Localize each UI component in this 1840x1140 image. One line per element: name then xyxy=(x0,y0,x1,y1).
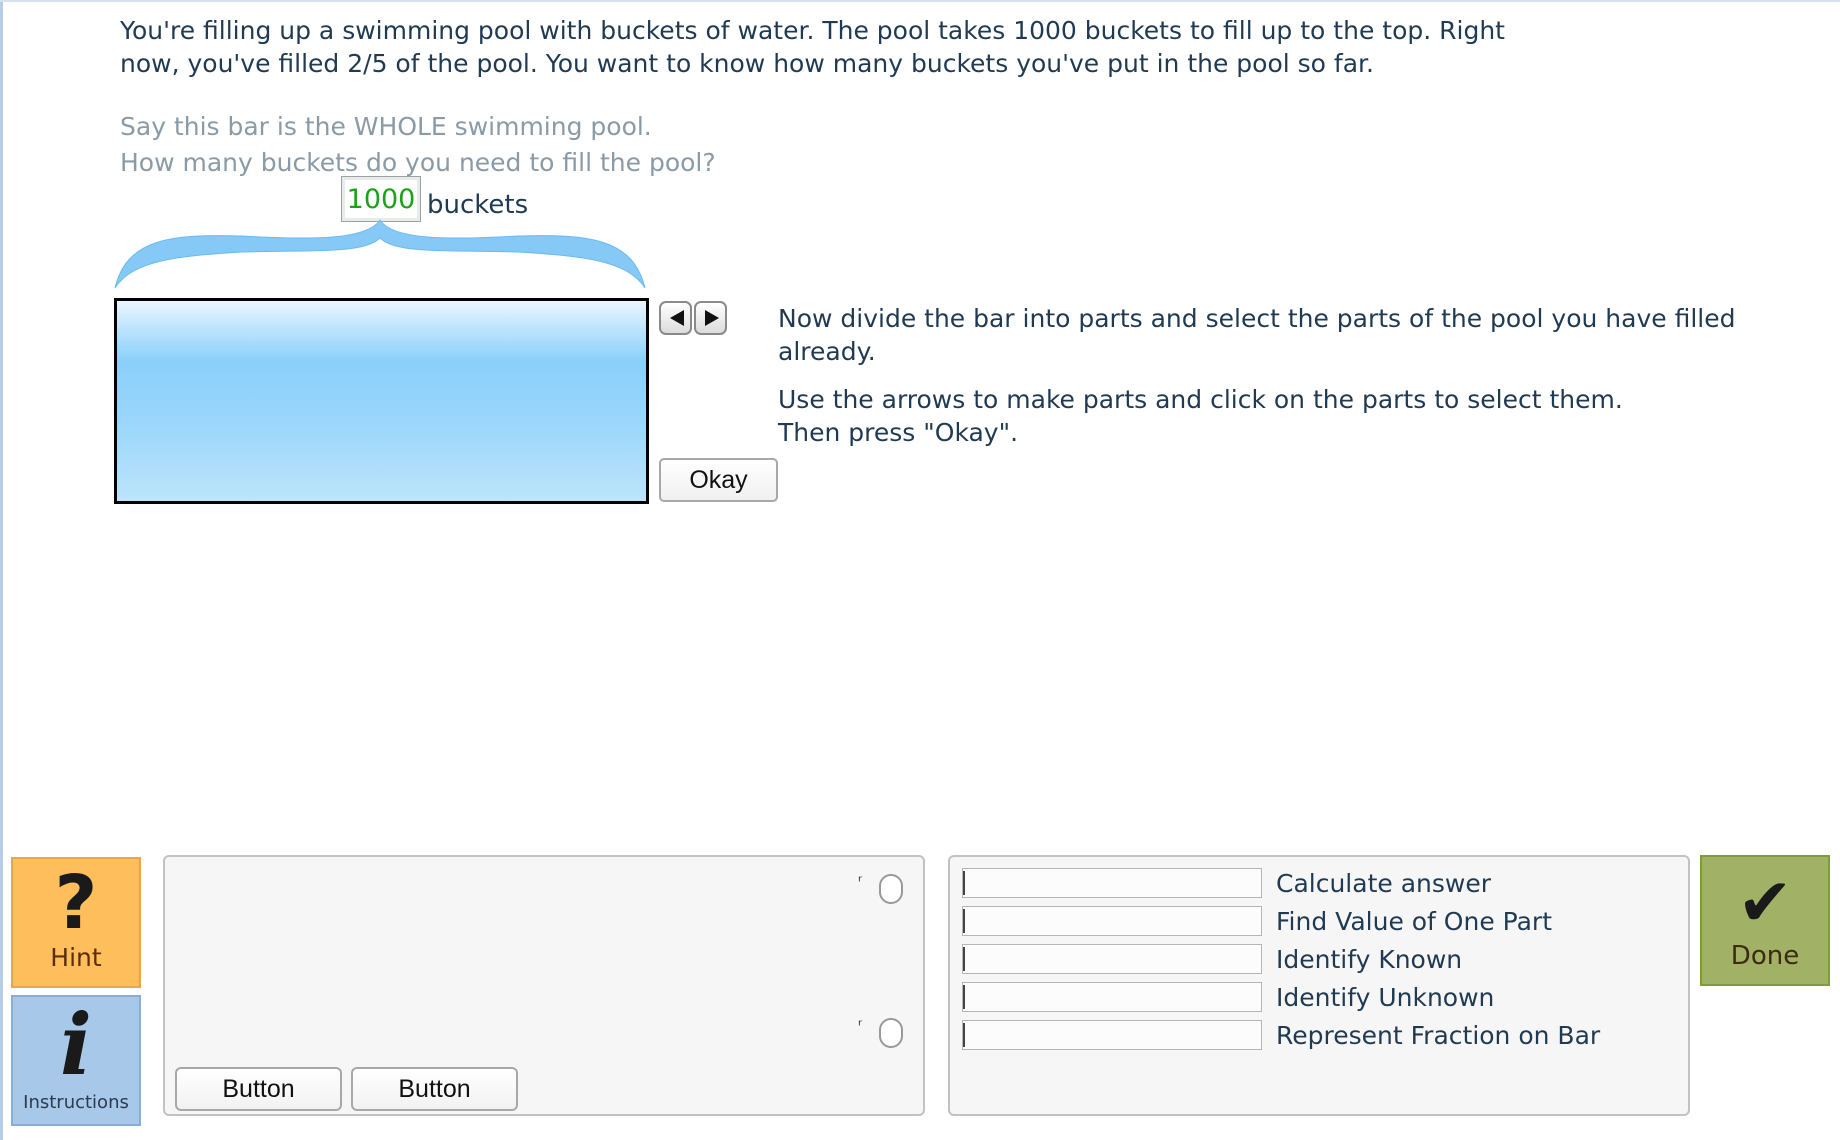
bar-prompt-line-1: Say this bar is the WHOLE swimming pool. xyxy=(120,112,652,141)
decrease-parts-button[interactable] xyxy=(659,301,692,335)
instructions-label: Instructions xyxy=(23,1092,129,1113)
pool-bar[interactable] xyxy=(114,298,649,504)
generic-button-2[interactable]: Button xyxy=(351,1067,518,1111)
skill-label: Represent Fraction on Bar xyxy=(1276,1021,1601,1050)
instruction-use-arrows: Use the arrows to make parts and click o… xyxy=(778,385,1623,414)
whole-value-field[interactable]: 1000 xyxy=(341,176,421,222)
skills-panel: Calculate answer Find Value of One Part … xyxy=(948,855,1690,1116)
done-label: Done xyxy=(1730,941,1800,971)
skill-row: Identify Known xyxy=(962,944,1672,976)
info-icon: i xyxy=(60,995,92,1094)
whole-unit-label: buckets xyxy=(427,190,529,220)
bar-prompt-line-2: How many buckets do you need to fill the… xyxy=(120,148,716,177)
left-border xyxy=(0,0,3,1140)
hint-button[interactable]: ? Hint xyxy=(11,857,141,988)
skill-label: Calculate answer xyxy=(1276,869,1492,898)
curly-brace xyxy=(114,219,646,289)
input-panel: ʳ ʳ Button Button xyxy=(163,855,925,1116)
okay-button[interactable]: Okay xyxy=(659,458,778,502)
increase-parts-button[interactable] xyxy=(694,301,727,335)
skill-label: Find Value of One Part xyxy=(1276,907,1553,936)
skill-progress-bar xyxy=(962,944,1262,974)
radio-button[interactable] xyxy=(879,874,903,904)
instruction-divide-bar-line-2: already. xyxy=(778,337,876,366)
skill-progress-bar xyxy=(962,906,1262,936)
skill-row: Calculate answer xyxy=(962,868,1672,900)
arrow-right-icon xyxy=(705,310,719,326)
skill-row: Represent Fraction on Bar xyxy=(962,1020,1672,1052)
skill-progress-bar xyxy=(962,982,1262,1012)
top-border xyxy=(0,0,1840,2)
hint-label: Hint xyxy=(50,943,102,972)
generic-button-1[interactable]: Button xyxy=(175,1067,342,1111)
instruction-press-okay: Then press "Okay". xyxy=(778,418,1019,447)
tick-mark: ʳ xyxy=(858,1016,863,1035)
done-button[interactable]: ✔ Done xyxy=(1700,855,1830,986)
question-mark-icon: ? xyxy=(54,860,98,946)
skill-row: Identify Unknown xyxy=(962,982,1672,1014)
radio-button[interactable] xyxy=(879,1018,903,1048)
checkmark-icon: ✔ xyxy=(1737,864,1793,941)
tick-mark: ʳ xyxy=(858,872,863,891)
instruction-divide-bar-line-1: Now divide the bar into parts and select… xyxy=(778,304,1736,333)
skill-progress-bar xyxy=(962,1020,1262,1050)
problem-statement: You're filling up a swimming pool with b… xyxy=(120,16,1505,78)
instructions-button[interactable]: i Instructions xyxy=(11,995,141,1126)
skill-row: Find Value of One Part xyxy=(962,906,1672,938)
skill-label: Identify Known xyxy=(1276,945,1463,974)
skill-progress-bar xyxy=(962,868,1262,898)
skill-label: Identify Unknown xyxy=(1276,983,1495,1012)
arrow-left-icon xyxy=(670,310,684,326)
